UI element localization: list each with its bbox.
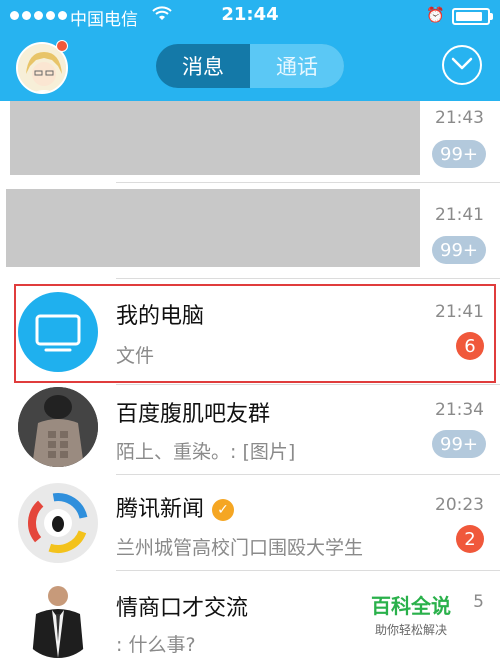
group-avatar (18, 387, 98, 467)
chat-name-text: 腾讯新闻 (116, 497, 205, 522)
top-bar: 中国电信 21:44 ⏰ 消息 通话 (0, 0, 500, 101)
chat-time: 5 (473, 592, 484, 612)
chat-name: 情商口才交流 (116, 596, 249, 621)
alarm-icon: ⏰ (426, 6, 445, 24)
notification-dot (56, 40, 68, 52)
watermark-subtitle: 助你轻松解决 (374, 623, 447, 637)
status-time: 21:44 (221, 4, 279, 25)
unread-count-badge: 2 (456, 525, 484, 553)
chat-preview: 兰州城管高校门口围殴大学生 (116, 537, 364, 559)
unread-count-badge: 99+ (432, 236, 486, 264)
chat-time: 21:34 (435, 400, 484, 420)
highlight-box (14, 284, 496, 383)
chat-time: 21:43 (435, 108, 484, 128)
list-divider (116, 474, 500, 475)
list-divider (116, 384, 500, 385)
chat-preview: : 什么事? (116, 634, 196, 656)
verified-badge-icon: ✓ (212, 499, 235, 521)
group-avatar (18, 578, 98, 658)
chat-time: 20:23 (435, 495, 484, 515)
list-divider (116, 182, 500, 183)
watermark: 百科全说 助你轻松解决 (356, 590, 466, 638)
battery-icon (452, 8, 490, 25)
watermark-title: 百科全说 (371, 594, 451, 618)
status-bar: 中国电信 21:44 ⏰ (0, 0, 500, 32)
list-divider (116, 278, 500, 279)
battery-tip (490, 13, 493, 20)
tencent-news-logo (18, 483, 98, 563)
chevron-down-icon (451, 56, 473, 75)
redacted-content (6, 189, 420, 267)
chat-time: 21:41 (435, 205, 484, 225)
chat-preview: 陌上、重染。: [图片] (116, 441, 296, 463)
message-call-switch: 消息 通话 (156, 44, 344, 88)
more-options-button[interactable] (442, 45, 482, 85)
unread-count-badge: 99+ (432, 140, 486, 168)
chat-name: 腾讯新闻 ✓ (116, 491, 235, 523)
chat-name: 百度腹肌吧友群 (116, 402, 271, 427)
redacted-content (10, 101, 420, 175)
tab-calls[interactable]: 通话 (250, 44, 344, 88)
list-divider (116, 570, 500, 571)
tab-messages[interactable]: 消息 (156, 44, 250, 88)
unread-count-badge: 99+ (432, 430, 486, 458)
